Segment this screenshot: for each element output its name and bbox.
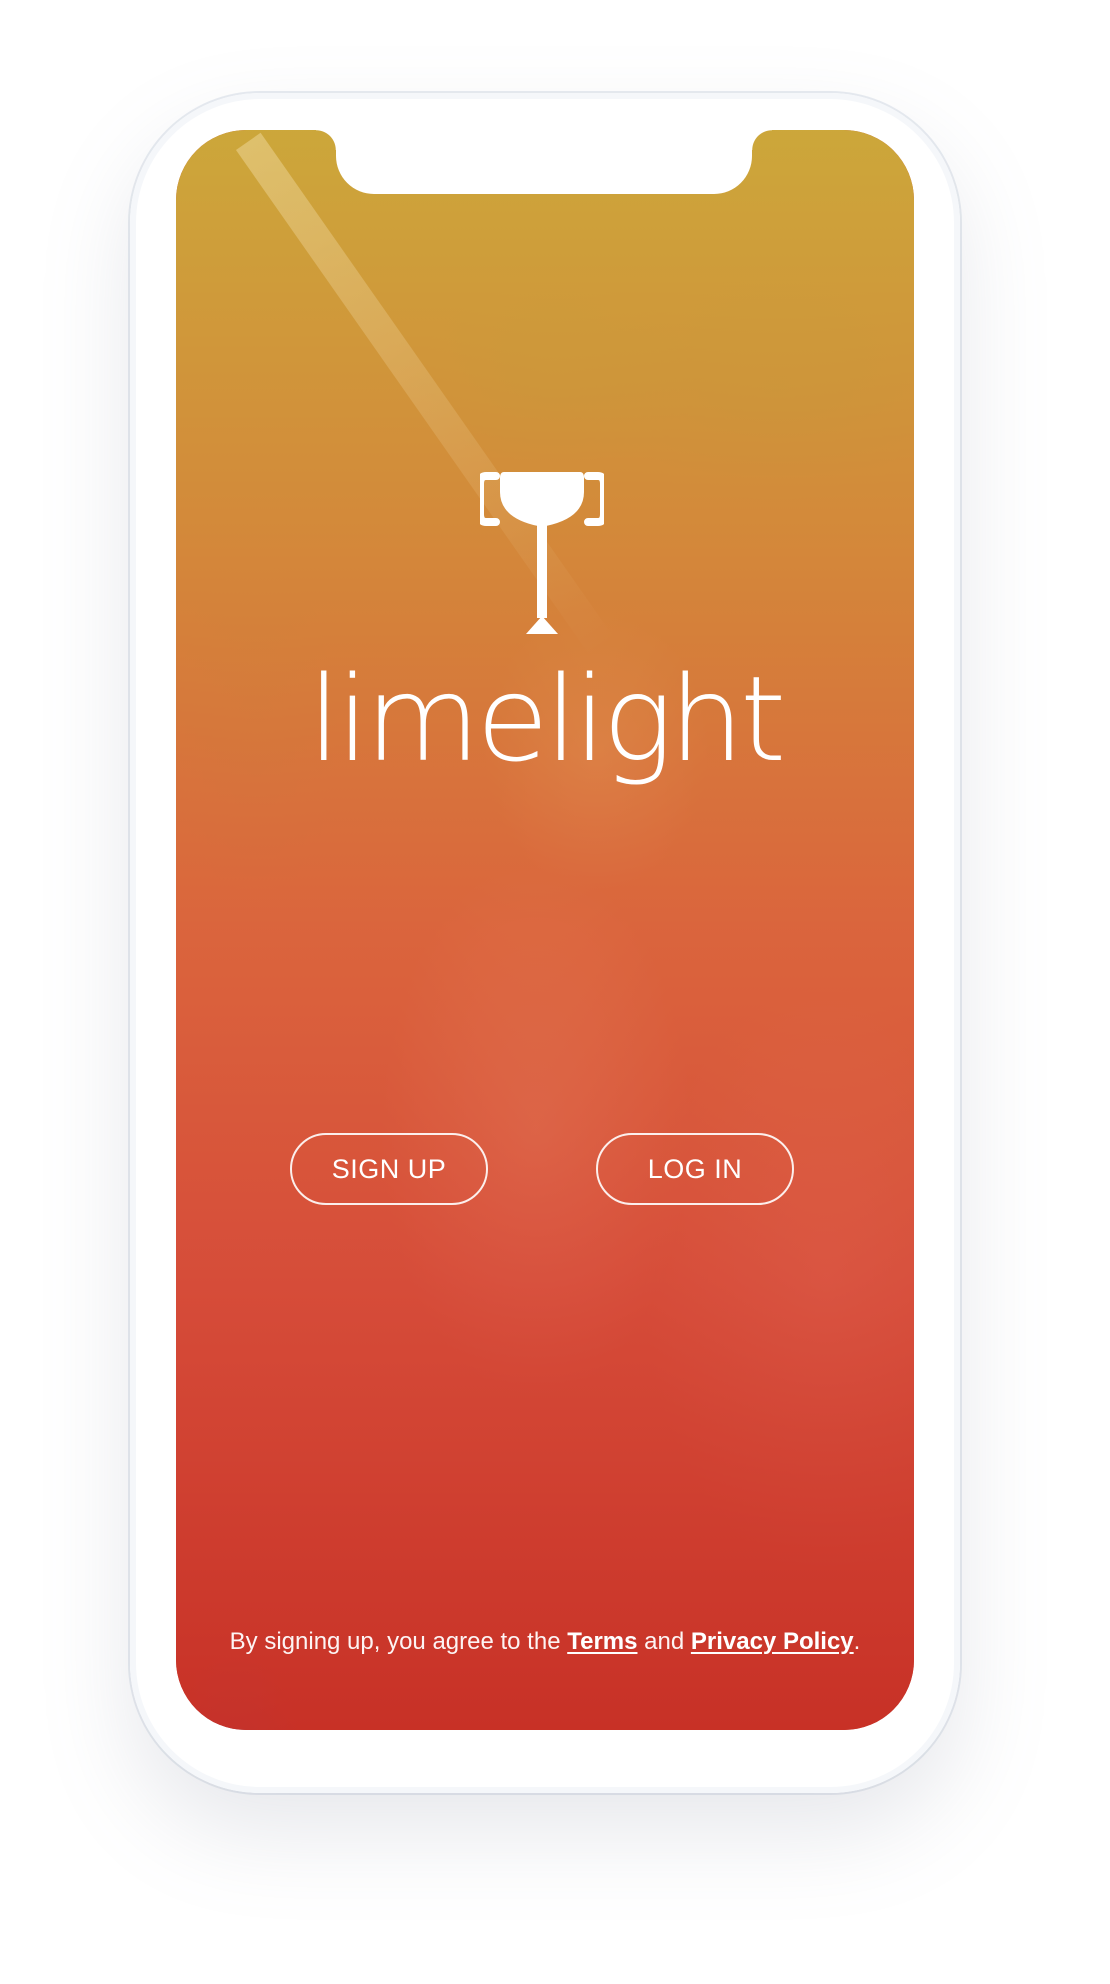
device-mockup: limelight SIGN UP LOG IN By signing up, … <box>0 0 1110 1984</box>
gradient-overlay <box>176 130 914 1730</box>
sign-up-button[interactable]: SIGN UP <box>290 1133 488 1205</box>
log-in-button[interactable]: LOG IN <box>596 1133 794 1205</box>
legal-prefix: By signing up, you agree to the <box>229 1628 568 1655</box>
wine-glass-camera-icon <box>480 472 604 634</box>
legal-notice: By signing up, you agree to the Terms an… <box>176 1630 914 1654</box>
phone-notch <box>316 130 772 194</box>
legal-suffix: . <box>853 1628 861 1655</box>
legal-middle: and <box>637 1628 691 1655</box>
privacy-policy-link[interactable]: Privacy Policy <box>691 1628 854 1655</box>
app-screen <box>176 130 914 1730</box>
app-wordmark: limelight <box>307 650 787 788</box>
terms-link[interactable]: Terms <box>567 1628 637 1655</box>
